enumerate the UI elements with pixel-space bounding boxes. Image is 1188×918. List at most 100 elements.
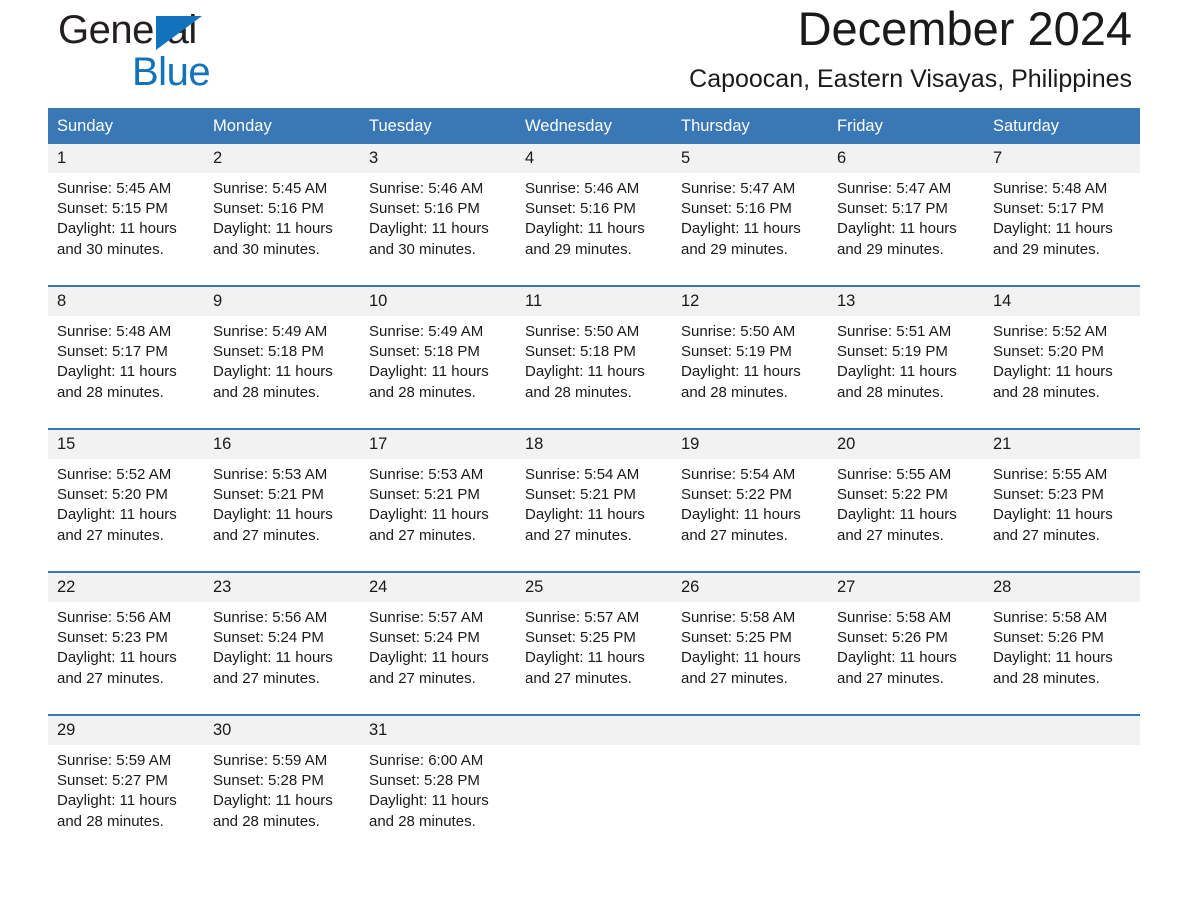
day-daylight-text: Daylight: 11 hours and 28 minutes.	[369, 792, 489, 830]
day-number-cell[interactable]: 8	[48, 285, 204, 316]
day-number-cell[interactable]: 29	[48, 714, 204, 745]
day-number-cell[interactable]: 9	[204, 285, 360, 316]
day-number-cell[interactable]: 20	[828, 428, 984, 459]
day-sunset-text: Sunset: 5:22 PM	[837, 486, 948, 504]
day-number-cell[interactable]: 15	[48, 428, 204, 459]
day-number-cell[interactable]: 22	[48, 571, 204, 602]
day-number-cell[interactable]: 13	[828, 285, 984, 316]
day-daylight-text: Daylight: 11 hours and 28 minutes.	[993, 363, 1113, 401]
page-title: December 2024	[797, 2, 1132, 55]
day-number-cell[interactable]: 11	[516, 285, 672, 316]
day-sunrise-text: Sunrise: 5:50 AM	[681, 323, 796, 340]
day-detail-cell: Sunrise: 5:56 AM Sunset: 5:23 PM Daylight:…	[48, 602, 204, 715]
week-detail-row: Sunrise: 5:52 AM Sunset: 5:20 PM Daylight:…	[48, 459, 1140, 572]
calendar-page: General Blue December 2024 Capoocan, Eas…	[0, 0, 1188, 918]
day-number-cell[interactable]: 2	[204, 144, 360, 173]
day-detail-cell: Sunrise: 5:52 AM Sunset: 5:20 PM Daylight:…	[48, 459, 204, 572]
day-sunrise-text: Sunrise: 5:49 AM	[213, 323, 328, 340]
day-detail-cell: Sunrise: 5:52 AM Sunset: 5:20 PM Daylight:…	[984, 316, 1140, 429]
day-sunset-text: Sunset: 5:20 PM	[993, 343, 1104, 361]
day-detail-cell: Sunrise: 6:00 AM Sunset: 5:28 PM Daylight:…	[360, 745, 516, 857]
day-number-cell[interactable]: 6	[828, 144, 984, 173]
day-daylight-text: Daylight: 11 hours and 28 minutes.	[369, 363, 489, 401]
day-number-cell[interactable]: 16	[204, 428, 360, 459]
day-number-cell[interactable]: 4	[516, 144, 672, 173]
day-daylight-text: Daylight: 11 hours and 28 minutes.	[213, 363, 333, 401]
day-sunrise-text: Sunrise: 5:58 AM	[681, 609, 796, 626]
day-number-cell[interactable]: 28	[984, 571, 1140, 602]
week-detail-row: Sunrise: 5:45 AM Sunset: 5:15 PM Daylight:…	[48, 173, 1140, 286]
day-detail-cell: Sunrise: 5:54 AM Sunset: 5:21 PM Daylight:…	[516, 459, 672, 572]
day-daylight-text: Daylight: 11 hours and 27 minutes.	[681, 506, 801, 544]
day-sunset-text: Sunset: 5:26 PM	[993, 629, 1104, 647]
day-sunset-text: Sunset: 5:16 PM	[369, 200, 480, 218]
day-number-cell[interactable]: 23	[204, 571, 360, 602]
day-daylight-text: Daylight: 11 hours and 27 minutes.	[525, 649, 645, 687]
week-detail-row: Sunrise: 5:48 AM Sunset: 5:17 PM Daylight:…	[48, 316, 1140, 429]
day-number-cell[interactable]: 17	[360, 428, 516, 459]
day-sunrise-text: Sunrise: 5:55 AM	[993, 466, 1108, 483]
week-daynumber-row: 22 23 24 25 26 27 28	[48, 571, 1140, 602]
day-number-cell[interactable]: 27	[828, 571, 984, 602]
day-sunset-text: Sunset: 5:19 PM	[837, 343, 948, 361]
day-detail-cell: Sunrise: 5:48 AM Sunset: 5:17 PM Daylight:…	[984, 173, 1140, 286]
day-detail-cell: Sunrise: 5:50 AM Sunset: 5:19 PM Daylight:…	[672, 316, 828, 429]
day-sunrise-text: Sunrise: 5:57 AM	[525, 609, 640, 626]
day-daylight-text: Daylight: 11 hours and 27 minutes.	[681, 649, 801, 687]
day-daylight-text: Daylight: 11 hours and 27 minutes.	[213, 506, 333, 544]
day-daylight-text: Daylight: 11 hours and 28 minutes.	[525, 363, 645, 401]
day-detail-cell: Sunrise: 5:53 AM Sunset: 5:21 PM Daylight:…	[360, 459, 516, 572]
day-detail-cell: Sunrise: 5:49 AM Sunset: 5:18 PM Daylight:…	[360, 316, 516, 429]
day-sunset-text: Sunset: 5:25 PM	[681, 629, 792, 647]
week-daynumber-row: 15 16 17 18 19 20 21	[48, 428, 1140, 459]
day-sunrise-text: Sunrise: 6:00 AM	[369, 752, 484, 769]
day-number-cell[interactable]: 25	[516, 571, 672, 602]
day-number-cell[interactable]: 21	[984, 428, 1140, 459]
day-daylight-text: Daylight: 11 hours and 30 minutes.	[57, 220, 177, 258]
weekday-header-sunday: Sunday	[48, 108, 204, 144]
day-daylight-text: Daylight: 11 hours and 29 minutes.	[681, 220, 801, 258]
day-detail-cell: Sunrise: 5:45 AM Sunset: 5:15 PM Daylight:…	[48, 173, 204, 286]
day-number-cell[interactable]: 19	[672, 428, 828, 459]
weekday-header-friday: Friday	[828, 108, 984, 144]
weekday-header-tuesday: Tuesday	[360, 108, 516, 144]
day-number-cell[interactable]: 12	[672, 285, 828, 316]
weekday-header-monday: Monday	[204, 108, 360, 144]
day-number-cell[interactable]: 3	[360, 144, 516, 173]
day-number-cell[interactable]: 30	[204, 714, 360, 745]
day-sunrise-text: Sunrise: 5:55 AM	[837, 466, 952, 483]
day-sunrise-text: Sunrise: 5:48 AM	[993, 180, 1108, 197]
day-sunset-text: Sunset: 5:26 PM	[837, 629, 948, 647]
day-number-cell[interactable]: 26	[672, 571, 828, 602]
day-sunrise-text: Sunrise: 5:56 AM	[57, 609, 172, 626]
day-sunrise-text: Sunrise: 5:54 AM	[525, 466, 640, 483]
day-detail-cell: Sunrise: 5:55 AM Sunset: 5:23 PM Daylight:…	[984, 459, 1140, 572]
day-number-cell[interactable]: 24	[360, 571, 516, 602]
day-number-cell[interactable]: 18	[516, 428, 672, 459]
day-sunset-text: Sunset: 5:16 PM	[681, 200, 792, 218]
day-sunset-text: Sunset: 5:23 PM	[57, 629, 168, 647]
day-sunrise-text: Sunrise: 5:54 AM	[681, 466, 796, 483]
day-sunrise-text: Sunrise: 5:50 AM	[525, 323, 640, 340]
day-sunset-text: Sunset: 5:18 PM	[213, 343, 324, 361]
day-number-empty	[828, 714, 984, 745]
day-sunset-text: Sunset: 5:24 PM	[369, 629, 480, 647]
day-sunset-text: Sunset: 5:23 PM	[993, 486, 1104, 504]
day-number-cell[interactable]: 5	[672, 144, 828, 173]
day-sunset-text: Sunset: 5:17 PM	[57, 343, 168, 361]
day-daylight-text: Daylight: 11 hours and 27 minutes.	[369, 506, 489, 544]
day-sunset-text: Sunset: 5:25 PM	[525, 629, 636, 647]
day-number-cell[interactable]: 7	[984, 144, 1140, 173]
weekday-header-wednesday: Wednesday	[516, 108, 672, 144]
day-number-cell[interactable]: 31	[360, 714, 516, 745]
day-number-cell[interactable]: 14	[984, 285, 1140, 316]
day-number-cell[interactable]: 10	[360, 285, 516, 316]
day-detail-empty	[984, 745, 1140, 857]
day-daylight-text: Daylight: 11 hours and 28 minutes.	[213, 792, 333, 830]
day-sunrise-text: Sunrise: 5:53 AM	[213, 466, 328, 483]
day-sunrise-text: Sunrise: 5:46 AM	[369, 180, 484, 197]
day-sunset-text: Sunset: 5:15 PM	[57, 200, 168, 218]
day-number-cell[interactable]: 1	[48, 144, 204, 173]
week-daynumber-row: 29 30 31	[48, 714, 1140, 745]
day-detail-cell: Sunrise: 5:54 AM Sunset: 5:22 PM Daylight:…	[672, 459, 828, 572]
